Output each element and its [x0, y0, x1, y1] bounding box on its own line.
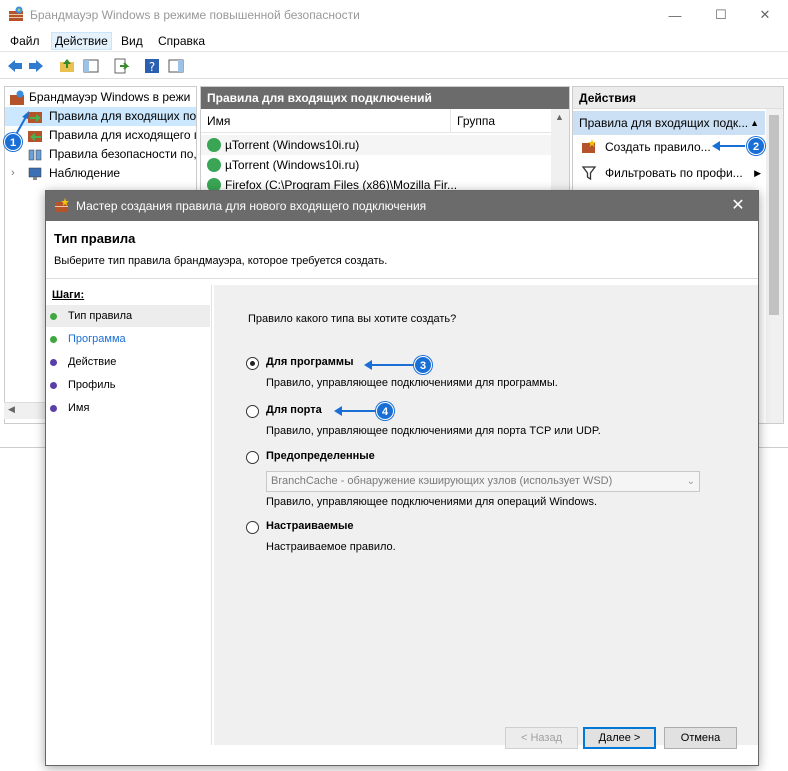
step-dot-icon: [50, 336, 57, 343]
steps-label: Шаги:: [52, 289, 85, 301]
step-dot-icon: [50, 313, 57, 320]
annotation-badge-3: 3: [414, 356, 432, 374]
annotation-arrows-dialog: [334, 360, 416, 416]
option-custom-desc: Настраиваемое правило.: [266, 541, 396, 553]
step-label: Действие: [68, 356, 117, 368]
step-dot-icon: [50, 382, 57, 389]
step-profile: Профиль: [46, 374, 210, 396]
wizard-steps: Шаги: Тип правила Программа Действие Про…: [46, 285, 212, 745]
wizard-icon: [55, 198, 69, 212]
option-predefined-desc: Правило, управляющее подключениями для о…: [266, 496, 598, 508]
step-rule-type: Тип правила: [46, 305, 210, 327]
page-heading: Тип правила: [54, 231, 136, 246]
step-label: Программа: [68, 333, 126, 345]
option-label: Предопределенные: [266, 450, 375, 462]
dialog-title-bar: Мастер создания правила для нового входя…: [46, 191, 758, 221]
predefined-combo: BranchCache - обнаружение кэширующих узл…: [266, 471, 700, 492]
annotation-badge-2: 2: [747, 137, 765, 155]
dialog-close-button[interactable]: ✕: [718, 191, 758, 221]
dialog-title: Мастер создания правила для нового входя…: [76, 199, 427, 213]
option-label: Настраиваемые: [266, 520, 354, 532]
dialog-header: Тип правила Выберите тип правила брандма…: [46, 221, 758, 279]
annotation-arrows: [13, 111, 745, 151]
step-dot-icon: [50, 405, 57, 412]
annotation-badge-1: 1: [4, 133, 22, 151]
step-name: Имя: [46, 397, 210, 419]
radio-custom[interactable]: [246, 521, 259, 534]
wizard-content: Правило какого типа вы хотите создать? Д…: [214, 285, 758, 745]
step-dot-icon: [50, 359, 57, 366]
step-action: Действие: [46, 351, 210, 373]
new-inbound-rule-wizard: Мастер создания правила для нового входя…: [45, 190, 759, 766]
next-button[interactable]: Далее >: [583, 727, 656, 749]
radio-predefined[interactable]: [246, 451, 259, 464]
cancel-button[interactable]: Отмена: [664, 727, 737, 749]
step-label: Тип правила: [68, 310, 133, 322]
step-label: Имя: [68, 402, 90, 414]
scroll-left-icon[interactable]: ◀: [8, 404, 15, 415]
predefined-combo-value: BranchCache - обнаружение кэширующих узл…: [271, 475, 613, 487]
back-button[interactable]: < Назад: [505, 727, 578, 749]
step-program[interactable]: Программа: [46, 328, 210, 350]
step-label: Профиль: [68, 379, 116, 391]
page-subheading: Выберите тип правила брандмауэра, которо…: [54, 255, 388, 267]
annotation-badge-4: 4: [376, 402, 394, 420]
chevron-down-icon: ⌄: [686, 476, 695, 487]
